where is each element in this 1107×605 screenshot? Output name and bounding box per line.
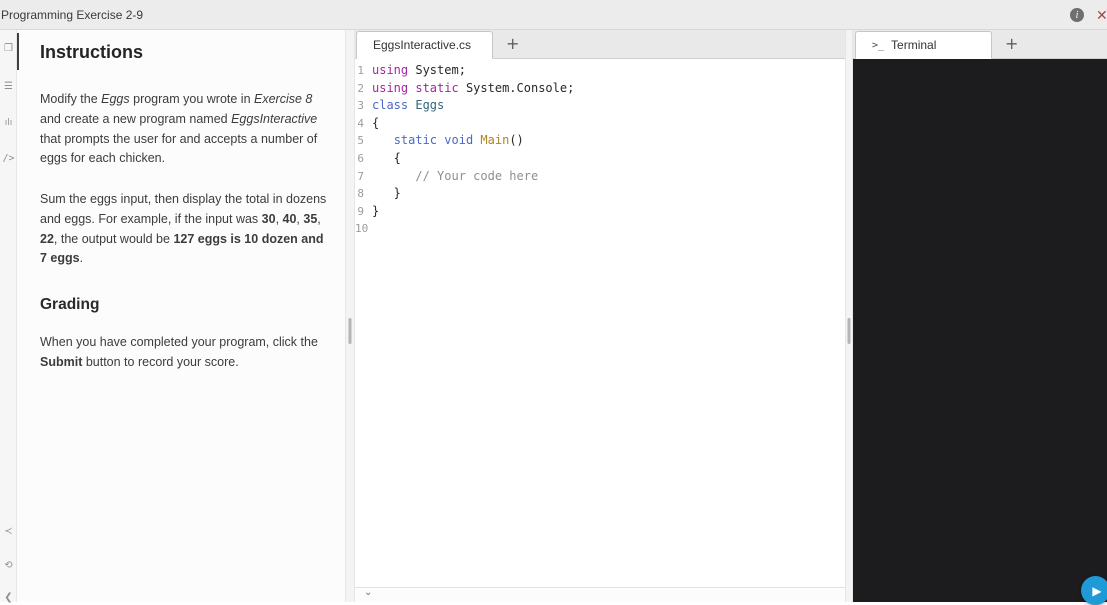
new-tab-button[interactable]: + — [506, 36, 519, 52]
bar-chart-icon[interactable]: ılı — [0, 117, 17, 129]
text-run: . — [79, 251, 84, 266]
instructions-paragraph-1: Modify the Eggs program you wrote in Exe… — [40, 90, 329, 169]
code-line[interactable]: 7 // Your code here — [355, 168, 845, 186]
share-icon[interactable]: ≺ — [0, 526, 17, 538]
play-icon: ▶ — [1092, 583, 1102, 598]
terminal-tab[interactable]: >_ Terminal — [855, 31, 992, 59]
code-line-content: } — [372, 203, 380, 218]
code-line[interactable]: 1 using System; — [355, 62, 845, 80]
line-number: 8 — [357, 187, 364, 201]
code-line[interactable]: 4{ — [355, 115, 845, 133]
partial-icon[interactable]: ❮ — [0, 592, 17, 604]
instructions-paragraph-2: Sum the eggs input, then display the tot… — [40, 190, 329, 269]
panel-resize-handle[interactable] — [348, 318, 352, 344]
line-number: 2 — [357, 81, 364, 95]
text-run: , — [317, 211, 321, 226]
text-run: program you wrote in — [129, 92, 254, 106]
line-number: 10 — [355, 222, 369, 236]
line-number: 9 — [357, 204, 364, 218]
instructions-title: Instructions — [40, 42, 144, 62]
terminal-output-area[interactable] — [853, 59, 1107, 602]
code-line[interactable]: 2 using static System.Console; — [355, 80, 845, 98]
code-line-content: using System; — [372, 63, 466, 77]
panel-splitter-right — [845, 30, 853, 602]
line-number: 6 — [357, 151, 364, 165]
code-area[interactable]: 1 using System; 2 using static System.Conso… — [355, 59, 845, 587]
window-titlebar: Programming Exercise 2-9 i ✕ — [0, 0, 1107, 30]
panel-resize-handle[interactable] — [847, 318, 851, 344]
code-line-content: class Eggs — [372, 98, 445, 113]
code-line[interactable]: 10 — [355, 220, 845, 238]
terminal-prompt-icon: >_ — [872, 39, 885, 51]
instructions-scrollbar-thumb[interactable] — [17, 33, 19, 70]
code-icon[interactable]: /> — [0, 153, 17, 165]
new-terminal-button[interactable]: + — [1005, 36, 1018, 52]
code-editor-panel: EggsInteractive.cs + 1 using System; 2 usin… — [355, 30, 845, 602]
line-number: 5 — [357, 134, 364, 148]
line-number: 4 — [357, 116, 364, 130]
terminal-panel: >_ Terminal + — [853, 30, 1107, 602]
menu-icon[interactable]: ☰ — [0, 81, 17, 93]
text-run: 35 — [303, 211, 318, 226]
code-line[interactable]: 3 class Eggs — [355, 97, 845, 115]
text-run: Eggs — [101, 92, 130, 106]
close-icon[interactable]: ✕ — [1096, 7, 1107, 24]
text-run: 30 — [261, 211, 276, 226]
text-run: When you have completed your program, cl… — [40, 335, 318, 349]
text-run: and create a new program named — [40, 111, 232, 126]
code-line-content: { — [372, 150, 401, 165]
text-run: 22 — [40, 231, 54, 246]
code-line-content: { — [372, 115, 380, 130]
activity-bar: ❐ ☰ ılı /> ≺ ⟲ ❮ — [0, 30, 17, 604]
titlebar-actions: i ✕ — [1070, 0, 1107, 30]
text-run: 40 — [282, 211, 297, 226]
line-number: 1 — [357, 64, 364, 77]
line-number: 7 — [357, 169, 364, 183]
code-line-content: using static System.Console; — [372, 80, 575, 95]
terminal-tabbar: >_ Terminal + — [853, 30, 1107, 59]
chevron-down-icon[interactable]: ⌄ — [364, 587, 372, 598]
code-line[interactable]: 6 { — [355, 150, 845, 168]
pages-icon[interactable]: ❐ — [0, 43, 17, 55]
text-run: that prompts the user for and accepts a … — [40, 131, 318, 166]
instructions-content: Instructions Modify the Eggs program you… — [17, 30, 345, 373]
code-line[interactable]: 5 static void Main() — [355, 132, 845, 150]
run-button[interactable]: ▶ — [1081, 576, 1107, 605]
code-line[interactable]: 9} — [355, 203, 845, 221]
info-icon[interactable]: i — [1070, 8, 1084, 22]
text-run: button to record your score. — [82, 354, 239, 369]
code-line-content: // Your code here — [415, 168, 539, 183]
code-line-content: static void Main() — [393, 133, 524, 148]
panel-splitter-left — [345, 30, 355, 602]
line-number: 3 — [357, 99, 364, 113]
editor-bottom-bar: ⌄ — [355, 587, 845, 602]
terminal-tab-label: Terminal — [891, 38, 937, 52]
grading-title: Grading — [40, 296, 100, 313]
text-run: , — [275, 211, 283, 226]
text-run: Exercise 8 — [254, 92, 313, 106]
text-run: Modify the — [40, 92, 102, 106]
text-run: EggsInteractive — [231, 111, 318, 126]
page-title: Programming Exercise 2-9 — [1, 7, 144, 22]
instructions-panel: Instructions Modify the Eggs program you… — [17, 30, 345, 602]
instructions-paragraph-3: When you have completed your program, cl… — [40, 333, 329, 373]
code-line-content: } — [372, 186, 401, 201]
editor-tab-label: EggsInteractive.cs — [373, 38, 472, 52]
history-icon[interactable]: ⟲ — [0, 560, 17, 572]
text-run: Submit — [40, 354, 83, 369]
editor-tabbar: EggsInteractive.cs + — [355, 30, 845, 59]
code-line[interactable]: 8 } — [355, 185, 845, 203]
text-run: , the output would be — [53, 231, 174, 246]
editor-tab-eggsinteractive[interactable]: EggsInteractive.cs — [356, 31, 493, 59]
